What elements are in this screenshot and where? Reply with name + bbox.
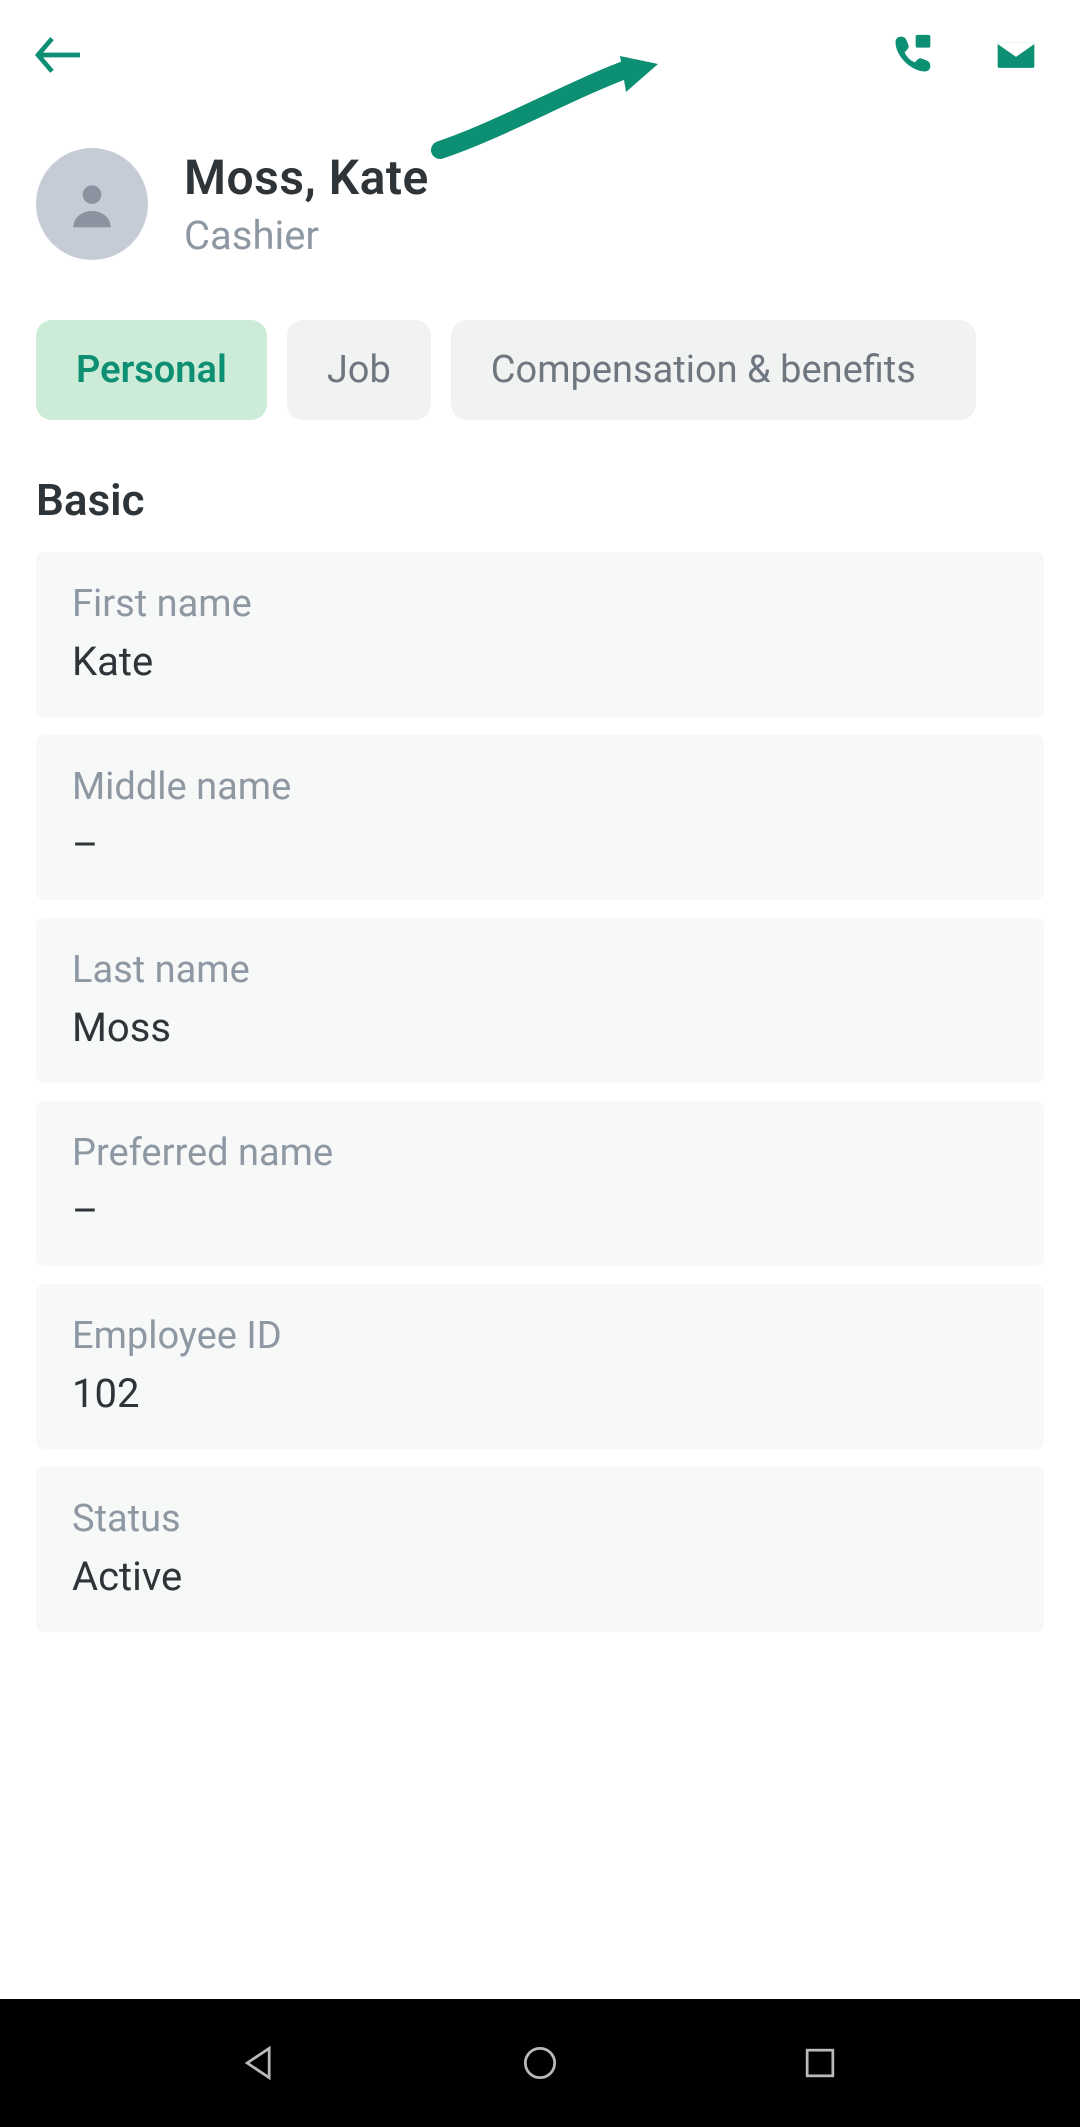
android-nav-bar bbox=[0, 1999, 1080, 2127]
top-bar bbox=[0, 0, 1080, 90]
person-icon bbox=[64, 176, 120, 232]
nav-recents[interactable] bbox=[788, 2031, 852, 2095]
field-preferred-name[interactable]: Preferred name – bbox=[36, 1101, 1044, 1266]
square-recents-icon bbox=[798, 2041, 842, 2085]
call-button[interactable] bbox=[884, 27, 940, 83]
phone-icon bbox=[890, 33, 934, 77]
field-value: Kate bbox=[72, 638, 1008, 685]
field-label: First name bbox=[72, 582, 1008, 626]
field-middle-name[interactable]: Middle name – bbox=[36, 735, 1044, 900]
nav-back[interactable] bbox=[228, 2031, 292, 2095]
field-employee-id[interactable]: Employee ID 102 bbox=[36, 1284, 1044, 1449]
profile-role: Cashier bbox=[184, 212, 429, 259]
tab-label: Job bbox=[327, 348, 391, 392]
field-last-name[interactable]: Last name Moss bbox=[36, 918, 1044, 1083]
field-label: Middle name bbox=[72, 765, 1008, 809]
field-value: Active bbox=[72, 1553, 1008, 1600]
back-button[interactable] bbox=[24, 20, 94, 90]
arrow-left-icon bbox=[31, 27, 87, 83]
field-value: – bbox=[72, 821, 1008, 868]
nav-home[interactable] bbox=[508, 2031, 572, 2095]
mail-icon bbox=[994, 33, 1038, 77]
profile-header: Moss, Kate Cashier bbox=[0, 90, 1080, 260]
field-first-name[interactable]: First name Kate bbox=[36, 552, 1044, 717]
field-label: Last name bbox=[72, 948, 1008, 992]
profile-name: Moss, Kate bbox=[184, 149, 429, 206]
field-value: – bbox=[72, 1187, 1008, 1234]
tab-label: Personal bbox=[76, 348, 227, 392]
tab-job[interactable]: Job bbox=[287, 320, 431, 420]
top-actions bbox=[884, 27, 1052, 83]
field-status[interactable]: Status Active bbox=[36, 1467, 1044, 1632]
triangle-back-icon bbox=[238, 2041, 282, 2085]
field-value: 102 bbox=[72, 1370, 1008, 1417]
field-label: Employee ID bbox=[72, 1314, 1008, 1358]
field-list: First name Kate Middle name – Last name … bbox=[0, 552, 1080, 1632]
field-label: Preferred name bbox=[72, 1131, 1008, 1175]
tab-compensation-benefits[interactable]: Compensation & benefits bbox=[451, 320, 976, 420]
section-title: Basic bbox=[0, 420, 1080, 552]
email-button[interactable] bbox=[988, 27, 1044, 83]
tab-bar: Personal Job Compensation & benefits bbox=[0, 260, 1080, 420]
circle-home-icon bbox=[518, 2041, 562, 2085]
field-label: Status bbox=[72, 1497, 1008, 1541]
field-value: Moss bbox=[72, 1004, 1008, 1051]
tab-personal[interactable]: Personal bbox=[36, 320, 267, 420]
avatar[interactable] bbox=[36, 148, 148, 260]
tab-label: Compensation & benefits bbox=[491, 348, 916, 392]
